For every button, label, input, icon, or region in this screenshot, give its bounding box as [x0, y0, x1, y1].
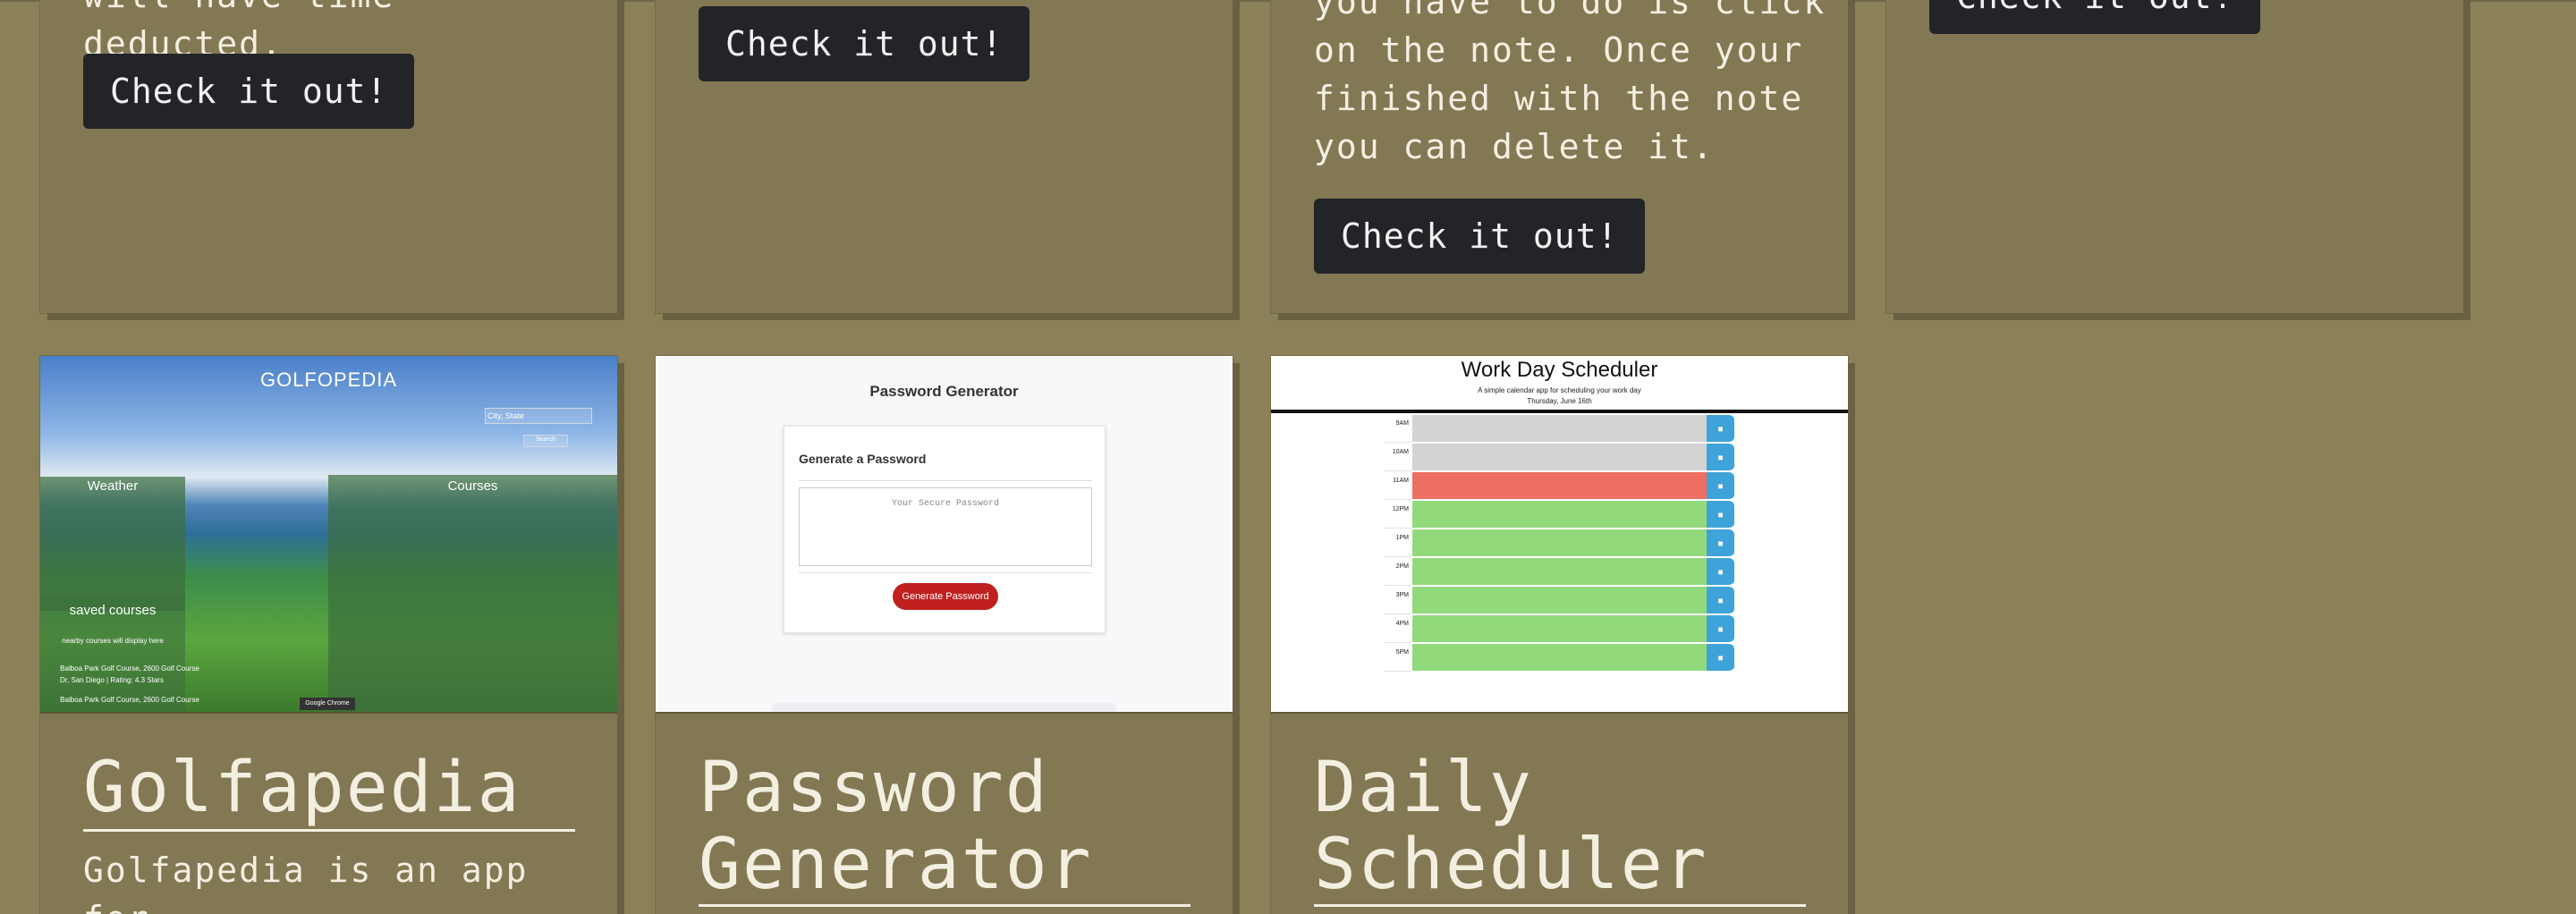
project-title-link[interactable]: Golfapedia — [83, 749, 575, 826]
divider — [799, 572, 1092, 573]
title-underline — [83, 829, 575, 832]
golf-weather-panel: Weather — [40, 477, 185, 611]
project-card: you have to do is click on the note. Onc… — [1271, 0, 1848, 313]
project-card: Check it out! — [1886, 0, 2463, 313]
ws-event-slot — [1412, 587, 1707, 614]
pw-app-heading: Password Generator — [869, 383, 1019, 400]
save-icon: ■ — [1707, 558, 1734, 586]
ws-current-date: Thursday, June 16th — [1527, 397, 1592, 405]
ws-time-block: 11AM ■ — [1384, 472, 1734, 500]
golf-search-placeholder: City, State — [487, 411, 524, 420]
title-underline — [699, 904, 1191, 907]
golf-weather-label: Weather — [87, 478, 139, 494]
save-icon: ■ — [1707, 501, 1734, 529]
check-it-out-button[interactable]: Check it out! — [1929, 0, 2261, 34]
ws-hour-label: 5PM — [1384, 644, 1412, 672]
project-card-daily-scheduler: Work Day Scheduler A simple calendar app… — [1271, 356, 1848, 914]
ws-hour-label: 2PM — [1384, 558, 1412, 586]
pw-footer-shadow — [772, 703, 1116, 712]
ws-time-block: 12PM ■ — [1384, 501, 1734, 529]
project-card: will have time deducted. Check it out! — [40, 0, 617, 313]
ws-hour-label: 12PM — [1384, 501, 1412, 529]
ws-event-slot — [1412, 615, 1707, 643]
project-screenshot[interactable]: Work Day Scheduler A simple calendar app… — [1271, 356, 1848, 714]
ws-time-block: 10AM ■ — [1384, 444, 1734, 471]
project-description: Golfapedia is an app for — [83, 851, 529, 914]
golf-saved-label: saved courses — [69, 603, 157, 618]
ws-hour-label: 3PM — [1384, 587, 1412, 614]
ws-time-block: 9AM ■ — [1384, 415, 1734, 443]
title-underline — [1314, 904, 1806, 907]
ws-hour-label: 9AM — [1384, 415, 1412, 443]
project-screenshot[interactable]: GOLFOPEDIA City, State Search Weather Co… — [40, 356, 617, 714]
golf-saved-note: nearby courses will display here — [62, 637, 164, 645]
golf-courses-label: Courses — [447, 478, 498, 494]
ws-app-heading: Work Day Scheduler — [1461, 358, 1658, 382]
ws-event-slot — [1412, 415, 1707, 443]
pw-generate-button: Generate Password — [893, 583, 998, 610]
ws-event-slot — [1412, 529, 1707, 557]
golf-course-line: Dr, San Diego | Rating: 4.3 Stars — [60, 676, 164, 684]
ws-hour-label: 10AM — [1384, 444, 1412, 471]
golf-course-line: Balboa Park Golf Course, 2600 Golf Cours… — [60, 696, 199, 704]
ws-time-block: 3PM ■ — [1384, 587, 1734, 614]
ws-event-slot — [1412, 558, 1707, 586]
ws-time-block: 2PM ■ — [1384, 558, 1734, 586]
ws-event-slot — [1412, 644, 1707, 672]
golf-search-button-label: Search — [535, 436, 556, 443]
check-it-out-button[interactable]: Check it out! — [83, 54, 415, 129]
ws-time-block: 4PM ■ — [1384, 615, 1734, 643]
save-icon: ■ — [1707, 529, 1734, 557]
ws-header-rule — [1271, 410, 1848, 413]
pw-password-textarea: Your Secure Password — [799, 487, 1092, 566]
save-icon: ■ — [1707, 472, 1734, 500]
golf-courses-panel: Courses — [328, 475, 617, 712]
save-icon: ■ — [1707, 615, 1734, 643]
ws-time-block: 5PM ■ — [1384, 644, 1734, 672]
browser-tooltip: Google Chrome — [300, 698, 355, 710]
check-it-out-button[interactable]: Check it out! — [699, 6, 1030, 81]
divider — [799, 480, 1092, 481]
project-description: you have to do is click on the note. Onc… — [1314, 0, 1826, 166]
save-icon: ■ — [1707, 644, 1734, 672]
save-icon: ■ — [1707, 587, 1734, 614]
project-card: Check it out! — [656, 0, 1233, 313]
check-it-out-button[interactable]: Check it out! — [1314, 199, 1646, 274]
ws-hour-label: 1PM — [1384, 529, 1412, 557]
ws-subtitle: A simple calendar app for scheduling you… — [1478, 386, 1641, 394]
golf-course-line: Balboa Park Golf Course, 2600 Golf Cours… — [60, 664, 199, 673]
project-card-golfapedia: GOLFOPEDIA City, State Search Weather Co… — [40, 356, 617, 914]
project-title-link[interactable]: Daily Scheduler — [1314, 749, 1806, 903]
save-icon: ■ — [1707, 444, 1734, 471]
ws-hour-label: 11AM — [1384, 472, 1412, 500]
ws-hour-label: 4PM — [1384, 615, 1412, 643]
golf-app-heading: GOLFOPEDIA — [259, 368, 398, 391]
project-card-password-generator: Password Generator Generate a Password Y… — [656, 356, 1233, 914]
project-title-link[interactable]: Password Generator — [699, 749, 1191, 903]
ws-event-slot — [1412, 501, 1707, 529]
pw-card-title: Generate a Password — [799, 452, 927, 466]
save-icon: ■ — [1707, 415, 1734, 443]
ws-event-slot — [1412, 444, 1707, 471]
pw-card: Generate a Password Your Secure Password… — [784, 426, 1106, 633]
ws-event-slot — [1412, 472, 1707, 500]
ws-time-block: 1PM ■ — [1384, 529, 1734, 557]
project-screenshot[interactable]: Password Generator Generate a Password Y… — [656, 356, 1233, 714]
